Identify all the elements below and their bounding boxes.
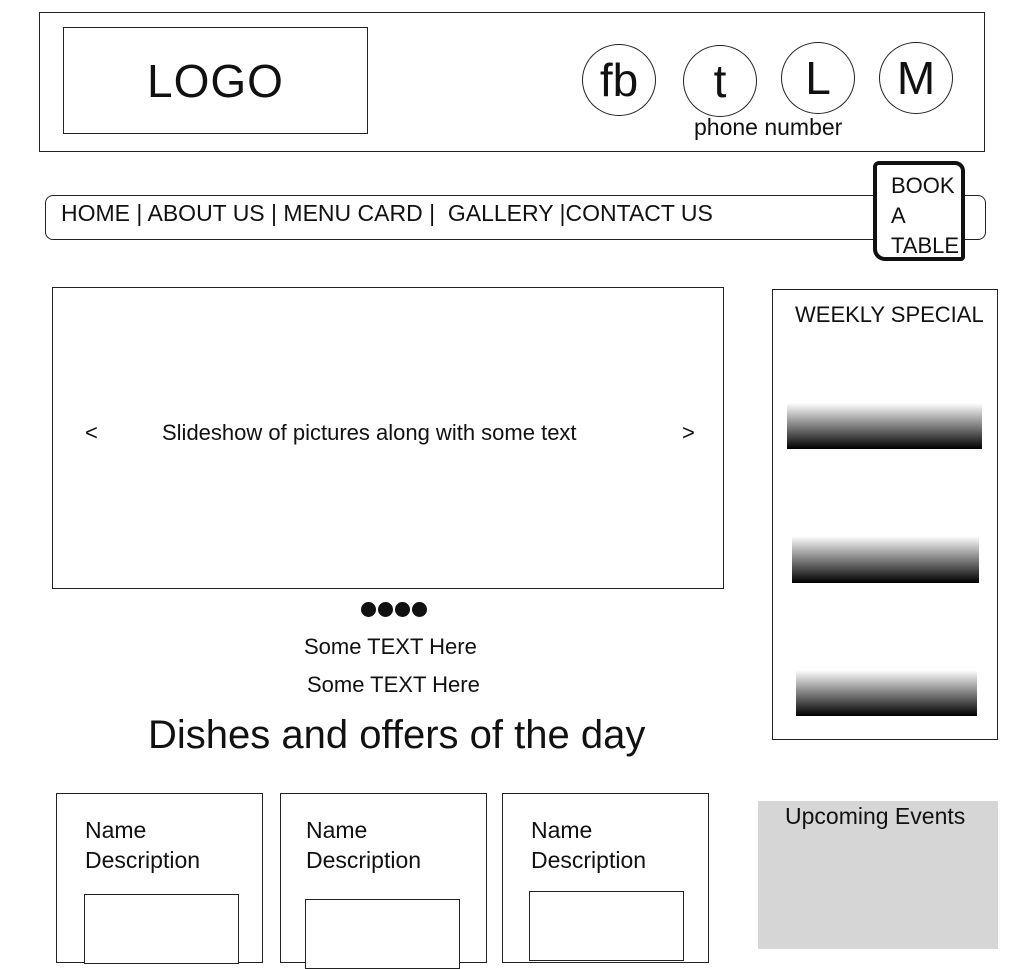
- slideshow-caption: Slideshow of pictures along with some te…: [162, 420, 577, 445]
- book-label-1: BOOK: [891, 173, 955, 198]
- nav-item-gallery[interactable]: GALLERY |: [435, 200, 566, 227]
- phone-number: phone number: [694, 114, 843, 140]
- dish-name: Name: [306, 817, 368, 843]
- logo[interactable]: LOGO: [63, 27, 368, 134]
- dish-image: [84, 894, 239, 964]
- dish-name: Name: [85, 817, 147, 843]
- dish-image: [529, 891, 684, 961]
- dish-description: Description: [306, 847, 422, 873]
- dishes-title: Dishes and offers of the day: [148, 713, 646, 757]
- book-label-3: TABLE: [891, 233, 960, 258]
- facebook-label: fb: [599, 54, 639, 106]
- book-label-2: A: [891, 203, 906, 228]
- dish-card-text: Name Description: [531, 815, 646, 875]
- weekly-special-title: WEEKLY SPECIAL: [795, 302, 984, 327]
- weekly-special-image[interactable]: [796, 670, 977, 716]
- facebook-icon[interactable]: fb: [582, 44, 656, 116]
- nav-item-home[interactable]: HOME |: [61, 200, 142, 227]
- dish-image: [305, 899, 460, 969]
- intro-text-2: Some TEXT Here: [307, 672, 480, 697]
- slideshow-dots: [361, 602, 427, 617]
- intro-text-1: Some TEXT Here: [304, 634, 477, 659]
- nav-item-about-us[interactable]: ABOUT US |: [142, 200, 277, 227]
- upcoming-events-title: Upcoming Events: [785, 803, 966, 829]
- linkedin-icon[interactable]: L: [781, 42, 855, 114]
- slideshow-prev-arrow[interactable]: <: [85, 420, 98, 446]
- slideshow-dot[interactable]: [395, 602, 410, 617]
- weekly-special-image[interactable]: [792, 536, 979, 583]
- logo-text: LOGO: [147, 54, 284, 107]
- mail-label: M: [896, 52, 936, 104]
- dish-card-text: Name Description: [85, 815, 200, 875]
- slideshow-dot[interactable]: [378, 602, 393, 617]
- dish-description: Description: [531, 847, 647, 873]
- linkedin-label: L: [805, 52, 831, 104]
- twitter-icon[interactable]: t: [683, 45, 757, 117]
- slideshow-dot[interactable]: [412, 602, 427, 617]
- nav-item-menu-card[interactable]: MENU CARD |: [277, 200, 435, 227]
- book-table-button[interactable]: BOOK A TABLE: [873, 161, 965, 261]
- weekly-special-image[interactable]: [787, 403, 982, 449]
- twitter-label: t: [713, 55, 727, 107]
- dish-name: Name: [531, 817, 593, 843]
- slideshow-dot[interactable]: [361, 602, 376, 617]
- nav-menu: HOME | ABOUT US | MENU CARD | GALLERY | …: [61, 200, 713, 227]
- mail-icon[interactable]: M: [879, 42, 953, 114]
- slideshow-next-arrow[interactable]: >: [682, 420, 695, 446]
- dish-card-text: Name Description: [306, 815, 421, 875]
- dish-description: Description: [85, 847, 201, 873]
- nav-item-contact-us[interactable]: CONTACT US: [566, 200, 713, 227]
